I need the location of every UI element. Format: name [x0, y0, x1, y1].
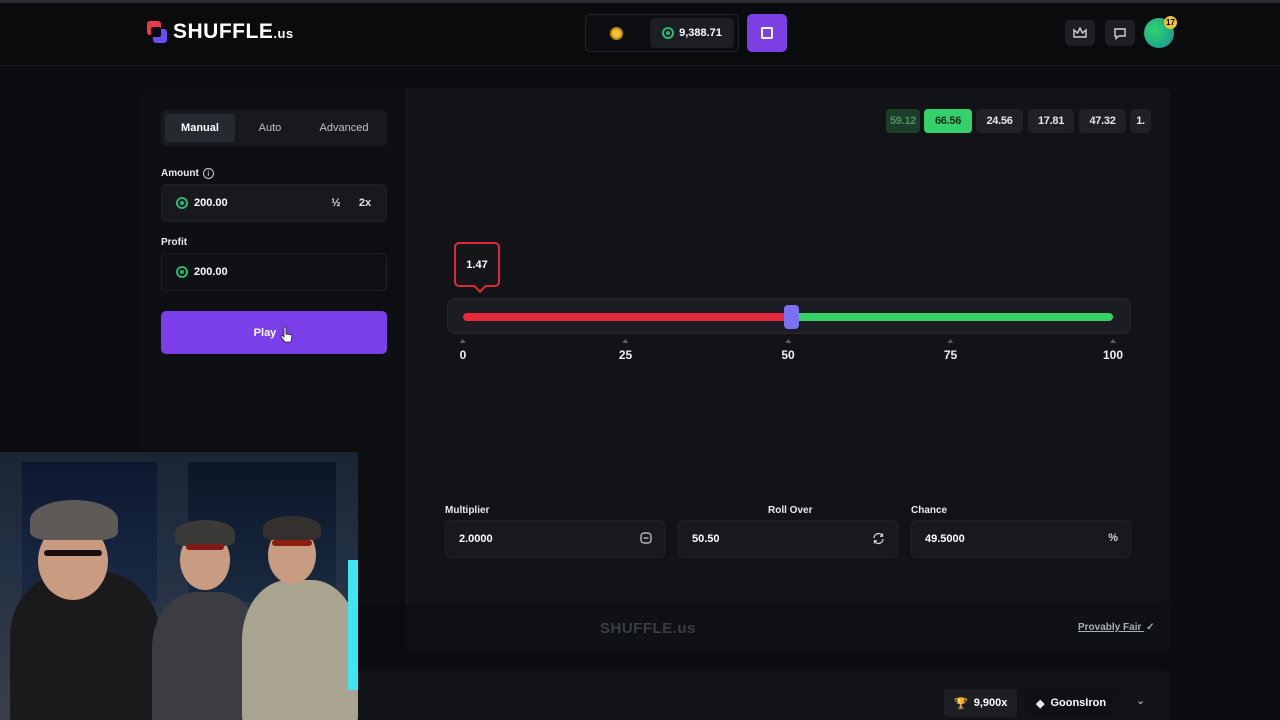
slider-tick-label: 100: [1102, 339, 1124, 362]
level-badge: 17: [1164, 16, 1177, 29]
win-range-track: [791, 313, 1113, 321]
webcam-light: [348, 560, 358, 690]
provably-fair-link[interactable]: Provably Fair ✓: [1078, 622, 1155, 633]
chance-value: 49.5000: [925, 533, 965, 545]
shuffle-logo[interactable]: SHUFFLE.us: [147, 20, 294, 44]
amount-input[interactable]: 200.00 ½ 2x: [161, 184, 387, 222]
multiplier-pill-value: 9,900x: [973, 697, 1008, 709]
amount-label-text: Amount: [161, 168, 199, 180]
user-pill-name: GoonsIron: [1050, 697, 1107, 709]
rollover-value: 50.50: [692, 533, 720, 545]
half-amount-button[interactable]: ½: [324, 193, 348, 213]
deposit-button[interactable]: [747, 14, 787, 52]
chance-label: Chance: [911, 505, 948, 516]
shuffle-logo-icon: [147, 21, 167, 43]
result-badge: 1.47: [454, 242, 500, 287]
sweep-coin-icon: [176, 266, 188, 278]
profit-field: 200.00: [161, 253, 387, 291]
brand-name: SHUFFLE: [173, 20, 274, 43]
game-footer: [407, 605, 1170, 650]
multiplier-input[interactable]: 2.0000: [445, 520, 665, 558]
streamer-webcam: [0, 452, 358, 720]
multiplier-value: 2.0000: [459, 533, 493, 545]
multiplier-pill[interactable]: 🏆 9,900x: [944, 689, 1018, 717]
chevron-down-icon[interactable]: ⌄: [1136, 694, 1145, 707]
play-label: Play: [253, 326, 277, 339]
tab-advanced[interactable]: Advanced: [305, 114, 383, 142]
slider-tick-label: 25: [618, 339, 633, 362]
multiplier-label: Multiplier: [445, 505, 490, 516]
currency-toggle-button[interactable]: [586, 15, 646, 51]
sweep-coin-icon: [662, 27, 675, 39]
rollover-input[interactable]: 50.50: [678, 520, 898, 558]
bet-mode-tabs: Manual Auto Advanced: [161, 110, 387, 146]
history-chip[interactable]: 59.12: [886, 109, 920, 133]
chat-button[interactable]: [1105, 20, 1135, 46]
wallet-selector[interactable]: 9,388.71: [585, 14, 739, 52]
chat-icon: [1114, 27, 1126, 40]
slider-tick-label: 75: [943, 339, 958, 362]
slider-tick-label: 0: [459, 339, 467, 362]
user-pill[interactable]: ◆ GoonsIron: [1026, 689, 1117, 717]
swap-icon[interactable]: [872, 532, 885, 545]
provably-fair-label: Provably Fair: [1078, 622, 1142, 633]
crown-icon: [1073, 27, 1087, 38]
footer-logo: SHUFFLE.us: [600, 620, 696, 637]
gold-coin-icon: [609, 26, 623, 40]
pointer-cursor-icon: [280, 326, 293, 342]
percent-suffix: %: [1108, 532, 1118, 544]
sweep-coin-icon: [176, 197, 188, 209]
tab-manual[interactable]: Manual: [165, 114, 235, 142]
balance-value: 9,388.71: [679, 27, 722, 39]
history-chip[interactable]: 47.32: [1079, 109, 1126, 133]
info-icon[interactable]: i: [202, 168, 214, 179]
brand-suffix: .us: [273, 26, 294, 41]
history-chip[interactable]: 66.56: [924, 109, 972, 133]
chance-input[interactable]: 49.5000 %: [911, 520, 1131, 558]
history-chip[interactable]: 1.: [1130, 109, 1151, 133]
slider-tick-label: 50: [781, 339, 795, 362]
rollover-label: Roll Over: [768, 505, 813, 516]
play-button[interactable]: Play: [161, 311, 387, 354]
amount-label: Amount i: [161, 168, 214, 179]
profit-label: Profit: [161, 237, 188, 248]
rewards-button[interactable]: [1065, 20, 1095, 46]
check-icon: ✓: [1146, 622, 1155, 633]
profit-value: 200.00: [194, 266, 228, 278]
history-chip[interactable]: 17.81: [1028, 109, 1074, 133]
diamond-icon: ◆: [1036, 697, 1045, 710]
history-chip[interactable]: 24.56: [976, 109, 1023, 133]
wallet-icon: [761, 27, 773, 39]
lose-range-track: [463, 313, 792, 321]
tab-auto[interactable]: Auto: [235, 114, 305, 142]
balance-display[interactable]: 9,388.71: [650, 18, 734, 48]
multiplier-icon: [640, 532, 652, 544]
amount-value: 200.00: [194, 197, 228, 209]
slider-handle[interactable]: [784, 305, 800, 329]
trophy-icon: 🏆: [954, 697, 968, 710]
double-amount-button[interactable]: 2x: [353, 193, 377, 213]
